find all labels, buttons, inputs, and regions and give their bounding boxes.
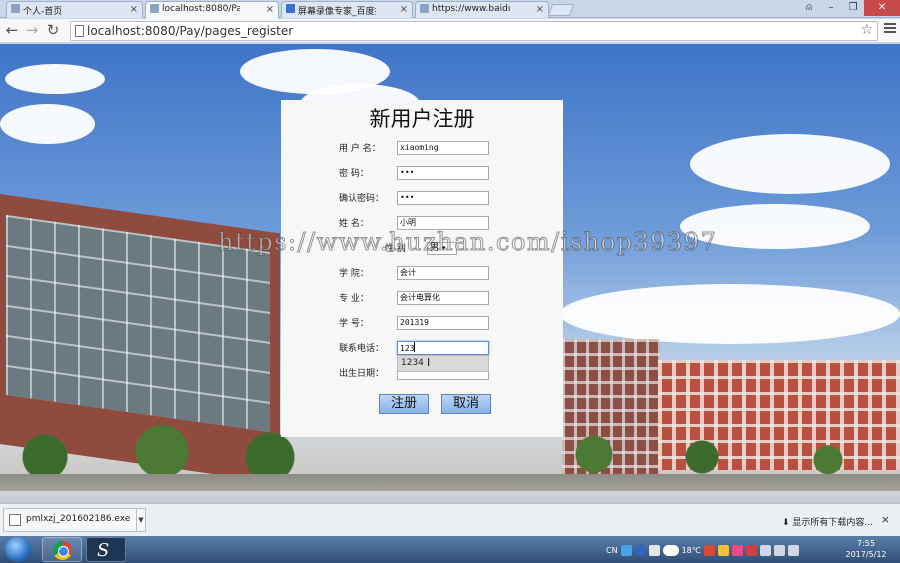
window-controls: ⍝ – ❐ ✕ <box>798 0 900 16</box>
student-id-input[interactable]: 201319 <box>397 316 489 330</box>
register-button[interactable]: 注册 <box>379 394 429 414</box>
text-caret <box>414 342 416 352</box>
chevron-down-icon[interactable]: ▼ <box>136 509 145 531</box>
cloud <box>690 134 890 194</box>
page-icon <box>75 25 84 37</box>
cloud <box>0 104 95 144</box>
show-all-downloads-link[interactable]: ⬇ 显示所有下载内容... <box>782 515 873 528</box>
clock-date: 2017/5/12 <box>845 550 887 559</box>
system-tray: CN 18℃ <box>606 540 799 560</box>
cloud <box>5 64 105 94</box>
tab-baidu-search[interactable]: 屏幕录像专家_百度搜索 × <box>281 1 413 18</box>
address-bar[interactable]: localhost:8080/Pay/pages_register ☆ <box>70 21 878 41</box>
tray-app-icon[interactable] <box>703 544 715 556</box>
text-cursor-icon: I <box>427 356 431 369</box>
password-label: 密 码： <box>339 169 369 179</box>
download-shelf: pmlxzj_201602186.exe ▼ ⬇ 显示所有下载内容... × <box>0 503 900 536</box>
bookmark-star-icon[interactable]: ☆ <box>860 22 873 38</box>
weather-cloud-icon[interactable] <box>662 544 679 556</box>
reload-icon[interactable]: ↻ <box>45 22 61 39</box>
close-icon[interactable]: × <box>130 4 138 15</box>
tray-app-icon[interactable] <box>717 544 729 556</box>
phone-label: 联系电话： <box>339 344 385 354</box>
browser-toolbar: ← → ↻ localhost:8080/Pay/pages_register … <box>0 19 900 43</box>
cloud <box>560 284 900 344</box>
tab-register[interactable]: localhost:8080/Pay/pag × <box>145 1 279 19</box>
major-row: 专 业： 会计电算化 <box>281 291 563 307</box>
download-filename: pmlxzj_201602186.exe <box>26 514 131 524</box>
help-icon[interactable] <box>634 544 646 556</box>
chrome-icon <box>53 541 72 560</box>
language-indicator[interactable]: CN <box>606 546 618 555</box>
user-icon[interactable]: ⍝ <box>798 0 820 16</box>
cancel-button[interactable]: 取消 <box>441 394 491 414</box>
close-window-button[interactable]: ✕ <box>864 0 900 16</box>
menu-icon[interactable] <box>884 23 896 37</box>
username-row: 用 户 名： xiaoming <box>281 141 563 157</box>
taskbar: S CN 18℃ 7:55 2017/5/12 <box>0 536 900 563</box>
phone-input[interactable]: 123 <box>397 341 489 355</box>
recorder-taskbar-button[interactable]: S <box>86 537 126 562</box>
input-method-icon[interactable] <box>620 544 632 556</box>
start-button[interactable] <box>5 537 31 562</box>
chrome-taskbar-button[interactable] <box>42 537 82 562</box>
password-row: 密 码： ••• <box>281 166 563 182</box>
close-icon[interactable]: × <box>536 4 544 15</box>
college-row: 学 院： 会计 <box>281 266 563 282</box>
page-icon <box>11 4 20 13</box>
download-item[interactable]: pmlxzj_201602186.exe ▼ <box>3 508 146 532</box>
network-icon[interactable] <box>759 544 771 556</box>
temperature: 18℃ <box>681 545 701 555</box>
download-icon: ⬇ <box>782 518 790 528</box>
username-input[interactable]: xiaoming <box>397 141 489 155</box>
student-id-row: 学 号： 201319 <box>281 316 563 332</box>
college-label: 学 院： <box>339 269 369 279</box>
tab-profile-home[interactable]: 个人-首页 × <box>6 1 143 18</box>
major-input[interactable]: 会计电算化 <box>397 291 489 305</box>
watermark-text: https://www.huzhan.com/ishop39397 <box>217 228 718 257</box>
close-icon[interactable]: × <box>400 4 408 15</box>
volume-icon[interactable] <box>773 544 785 556</box>
page-icon <box>420 4 429 13</box>
overlay-strip <box>0 491 900 503</box>
student-id-label: 学 号： <box>339 319 369 329</box>
baidu-paw-icon <box>286 4 295 13</box>
college-input[interactable]: 会计 <box>397 266 489 280</box>
new-tab-button[interactable] <box>547 4 575 16</box>
confirm-password-row: 确认密码： ••• <box>281 191 563 207</box>
clock-time: 7:55 <box>857 539 875 548</box>
page-icon <box>150 4 159 13</box>
clock[interactable]: 7:55 2017/5/12 <box>842 538 890 560</box>
forward-arrow-icon[interactable]: → <box>24 22 40 39</box>
restore-button[interactable]: ❐ <box>842 0 864 16</box>
page-title: 新用户注册 <box>369 107 475 131</box>
url-text: localhost:8080/Pay/pages_register <box>87 24 294 38</box>
tab-baidu[interactable]: https://www.baidu.com × <box>415 1 549 18</box>
major-label: 专 业： <box>339 294 369 304</box>
confirm-password-input[interactable]: ••• <box>397 191 489 205</box>
settings-icon[interactable] <box>648 544 660 556</box>
flag-icon[interactable] <box>787 544 799 556</box>
close-icon[interactable]: × <box>266 4 274 15</box>
password-input[interactable]: ••• <box>397 166 489 180</box>
confirm-password-label: 确认密码： <box>339 194 385 204</box>
register-panel: 新用户注册 用 户 名： xiaoming 密 码： ••• 确认密码： •••… <box>281 100 563 437</box>
minimize-button[interactable]: – <box>820 0 842 16</box>
birthdate-label: 出生日期： <box>339 369 385 379</box>
tray-app-icon[interactable] <box>731 544 743 556</box>
tab-strip: 个人-首页 × localhost:8080/Pay/pag × 屏幕录像专家_… <box>0 0 900 19</box>
autocomplete-suggestion[interactable]: 1234 <box>397 355 489 372</box>
close-icon[interactable]: × <box>881 513 890 526</box>
back-arrow-icon[interactable]: ← <box>4 22 20 39</box>
screen-recorder-icon: S <box>97 540 110 561</box>
tray-app-icon[interactable] <box>745 544 757 556</box>
username-label: 用 户 名： <box>339 144 381 154</box>
file-icon <box>9 514 21 526</box>
